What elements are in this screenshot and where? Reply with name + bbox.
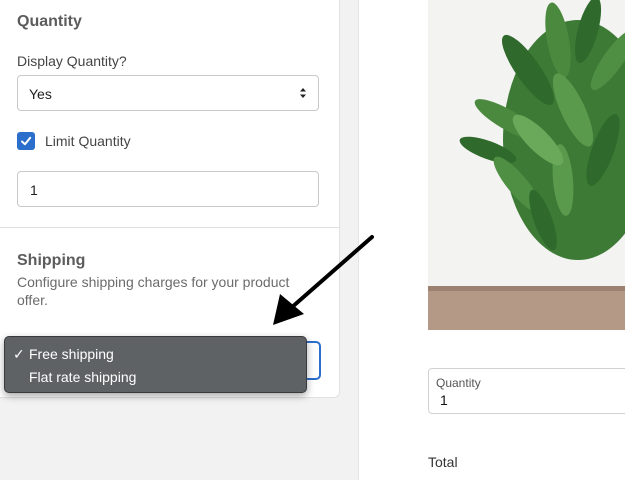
preview-quantity-value: 1	[440, 392, 448, 408]
display-quantity-label: Display Quantity?	[17, 53, 127, 69]
section-divider	[0, 227, 340, 228]
checkmark-icon: ✓	[13, 346, 25, 362]
product-image	[428, 0, 625, 330]
chevron-updown-icon	[300, 88, 306, 98]
arrow-icon	[273, 235, 374, 325]
shipping-section-title: Shipping	[17, 252, 86, 269]
limit-quantity-input[interactable]: 1	[17, 171, 319, 207]
option-label: Flat rate shipping	[29, 369, 137, 385]
dropdown-option-flat-rate-shipping[interactable]: Flat rate shipping	[5, 366, 306, 388]
option-label: Free shipping	[29, 346, 114, 362]
shipping-dropdown-menu: ✓ Free shipping Flat rate shipping	[4, 336, 307, 393]
dropdown-option-free-shipping[interactable]: ✓ Free shipping	[5, 343, 306, 365]
limit-quantity-label: Limit Quantity	[45, 133, 131, 149]
checkmark-icon	[21, 136, 32, 146]
preview-quantity-label: Quantity	[436, 376, 481, 390]
display-quantity-select[interactable]: Yes	[17, 75, 319, 111]
preview-quantity-field[interactable]: Quantity 1	[428, 368, 625, 414]
preview-total-label: Total	[428, 454, 458, 470]
quantity-section-title: Quantity	[17, 13, 82, 30]
display-quantity-value: Yes	[29, 86, 52, 102]
limit-quantity-value: 1	[30, 182, 38, 198]
limit-quantity-checkbox[interactable]	[17, 132, 35, 150]
